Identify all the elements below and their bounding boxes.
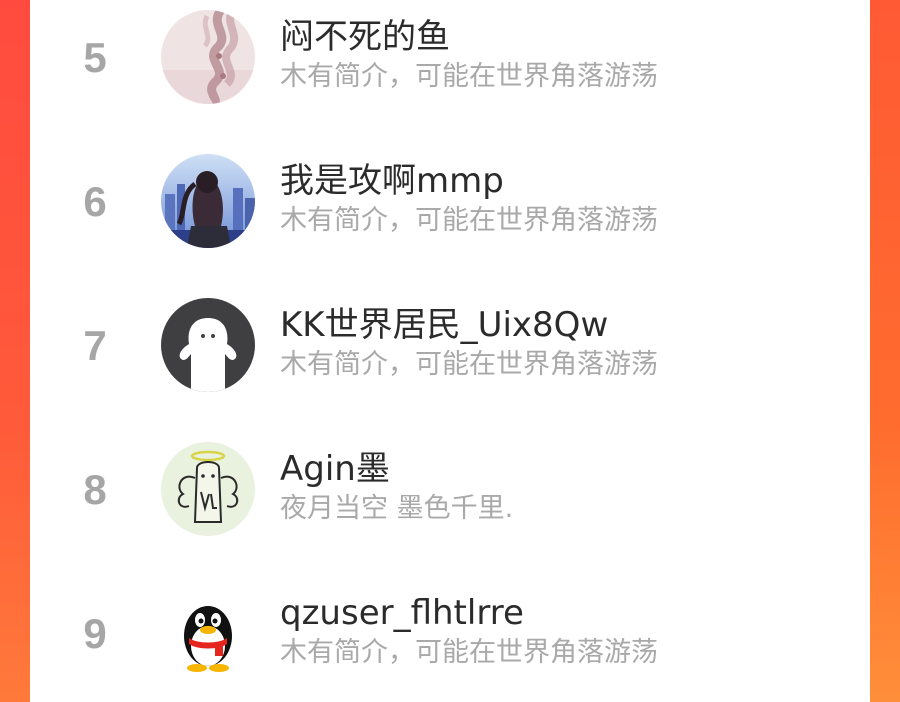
ranking-row[interactable]: 9 qzuser_flhtlrre 木有简介，可能在世界角落游荡 <box>30 562 870 702</box>
ranking-panel: 5 闷不死的鱼 木有简介，可能在世界角落游荡 6 我是攻啊mmp 木有简介，可能… <box>30 0 870 702</box>
username[interactable]: 闷不死的鱼 <box>280 16 450 58</box>
user-bio: 木有简介，可能在世界角落游荡 <box>280 349 658 380</box>
rank-number: 7 <box>83 322 107 369</box>
user-bio: 夜月当空 墨色千里. <box>280 493 514 524</box>
ranking-row[interactable]: 6 我是攻啊mmp 木有简介，可能在世界角落游荡 <box>30 130 870 274</box>
braided-hair-avatar-icon[interactable] <box>161 10 255 104</box>
username[interactable]: KK世界居民_Uix8Qw <box>280 304 608 346</box>
username[interactable]: 我是攻啊mmp <box>280 160 504 202</box>
rank-number: 8 <box>83 466 107 513</box>
default-ghost-avatar-icon[interactable] <box>161 298 255 392</box>
user-bio: 木有简介，可能在世界角落游荡 <box>280 61 658 92</box>
rank-number: 6 <box>83 178 107 225</box>
rank-number: 9 <box>83 610 107 657</box>
city-girl-photo-avatar-icon[interactable] <box>161 154 255 248</box>
user-bio: 木有简介，可能在世界角落游荡 <box>280 205 658 236</box>
username[interactable]: qzuser_flhtlrre <box>280 592 524 634</box>
angel-ghost-doodle-avatar-icon[interactable] <box>161 442 255 536</box>
rank-number: 5 <box>83 34 107 81</box>
ranking-row[interactable]: 5 闷不死的鱼 木有简介，可能在世界角落游荡 <box>30 0 870 130</box>
qq-penguin-avatar-icon[interactable] <box>161 586 255 680</box>
ranking-row[interactable]: 8 Agin墨 夜月当空 墨色千里. <box>30 418 870 562</box>
left-orange-frame <box>0 0 30 702</box>
right-orange-frame <box>870 0 900 702</box>
ranking-row[interactable]: 7 KK世界居民_Uix8Qw 木有简介，可能在世界角落游荡 <box>30 274 870 418</box>
ranking-list: 5 闷不死的鱼 木有简介，可能在世界角落游荡 6 我是攻啊mmp 木有简介，可能… <box>30 0 870 702</box>
user-bio: 木有简介，可能在世界角落游荡 <box>280 637 658 668</box>
username[interactable]: Agin墨 <box>280 448 390 490</box>
